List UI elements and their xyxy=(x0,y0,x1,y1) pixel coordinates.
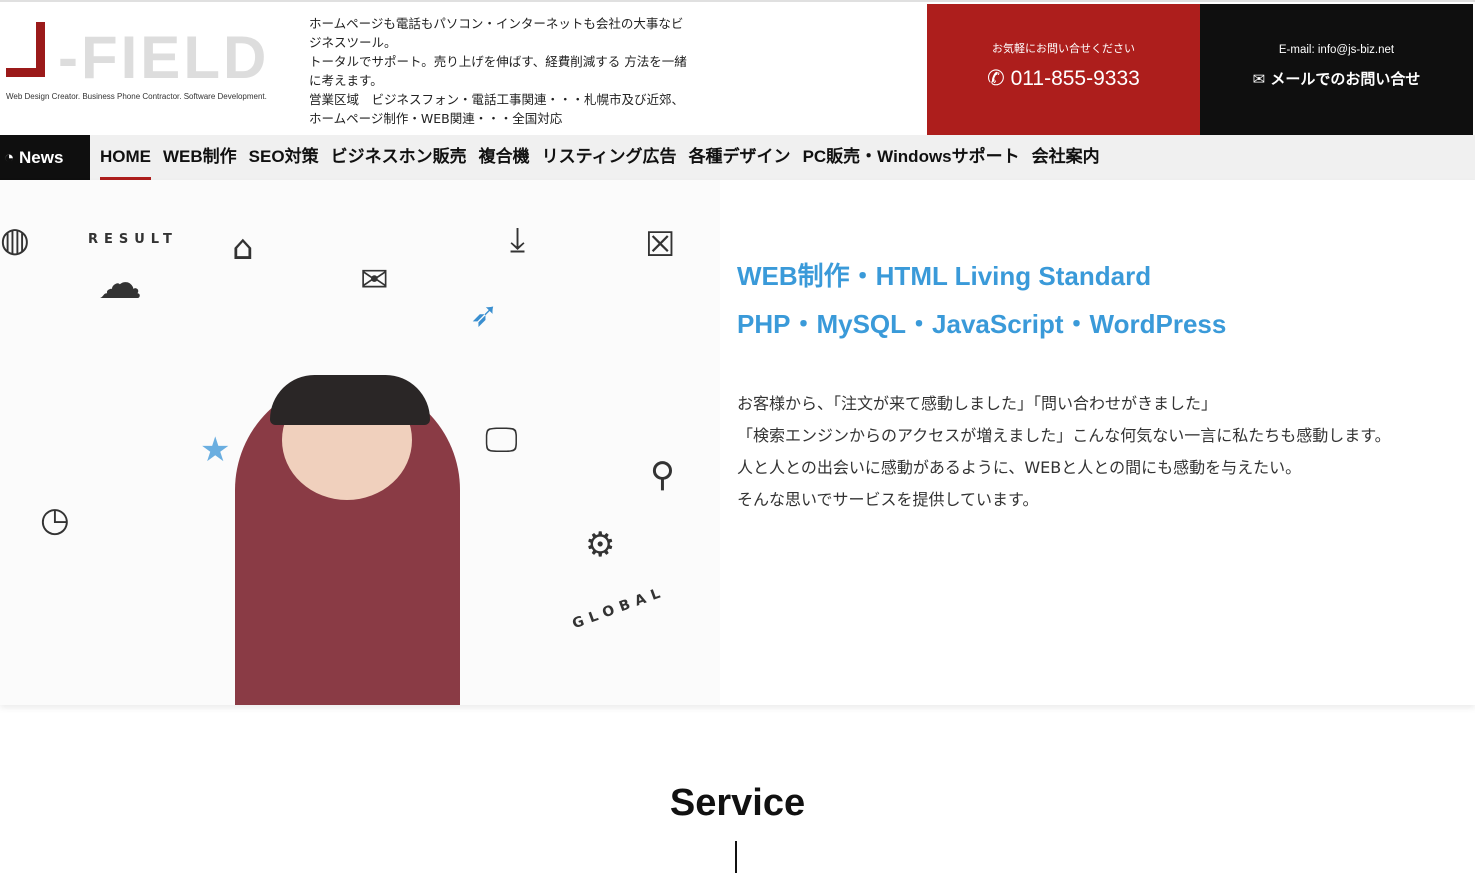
phone-icon: ✆ xyxy=(987,67,1011,90)
nav-listing-ads[interactable]: リスティング広告 xyxy=(542,135,677,180)
envelope-icon: ✉ xyxy=(1252,70,1271,88)
email-caption: E-mail: info@js-biz.net xyxy=(1278,44,1395,56)
download-icon: ⤓ xyxy=(510,220,526,260)
tel-caption: お気軽にお問い合せください xyxy=(992,42,1135,55)
close-box-icon: ☒ xyxy=(645,225,676,265)
home-icon: ⌂ xyxy=(232,228,254,268)
email-button[interactable]: メールでのお問い合せ xyxy=(1270,70,1420,88)
doodle-result: RESULT xyxy=(88,232,178,247)
hero-heading: PHP・MySQL・JavaScript・WordPress xyxy=(737,309,1227,339)
nav-company[interactable]: 会社案内 xyxy=(1032,135,1100,180)
site-header: -FIELD Web Design Creator. Business Phon… xyxy=(0,4,1475,135)
email-contact[interactable]: E-mail: info@js-biz.net ✉ メールでのお問い合せ xyxy=(1200,4,1473,135)
hero-section: RESULT ☁ ◍ ⌂ ✉ ⤓ ☒ ➶ ★ ◷ 🖵 ⚲ ⚙ GLOBAL WE… xyxy=(0,180,1475,705)
site-logo[interactable]: -FIELD Web Design Creator. Business Phon… xyxy=(6,22,286,112)
nav-design[interactable]: 各種デザイン xyxy=(689,135,791,180)
hat xyxy=(270,375,430,425)
hero-paragraph: 「検索エンジンからのアクセスが増えました」こんな何気ない一言に私たちも感動します… xyxy=(737,426,1391,445)
nav-seo[interactable]: SEO対策 xyxy=(249,135,319,180)
hero-description: お客様から、「注文が来て感動しました」「問い合わせがきました」 「検索エンジンか… xyxy=(737,388,1447,516)
nav-pc[interactable]: PC販売・Windowsサポート xyxy=(803,135,1020,180)
nav-home[interactable]: HOME xyxy=(100,135,151,180)
rss-icon: ◔ xyxy=(4,148,19,167)
hero-paragraph: お客様から、「注文が来て感動しました」「問い合わせがきました」 xyxy=(737,394,1218,413)
news-label: News xyxy=(19,148,64,167)
monitor-icon: 🖵 xyxy=(485,420,518,460)
nav-copier[interactable]: 複合機 xyxy=(479,135,530,180)
header-intro: ホームページも電話もパソコン・インターネットも会社の大事なビジネスツール。 トー… xyxy=(309,14,694,128)
hero-heading: WEB制作・HTML Living Standard xyxy=(737,261,1152,291)
intro-line: ホームページも電話もパソコン・インターネットも会社の大事なビジネスツール。 xyxy=(309,16,684,50)
section-title: Service xyxy=(669,782,806,824)
intro-line: トータルでサポート。売り上げを伸ばす、経費削減する 方法を一緒に考えます。 xyxy=(309,54,687,88)
doodle-global: GLOBAL xyxy=(570,583,669,633)
nav-business-phone[interactable]: ビジネスホン販売 xyxy=(331,135,467,180)
hero-paragraph: 人と人との出会いに感動があるように、WEBと人との間にも感動を与えたい。 xyxy=(737,458,1302,477)
cursor-icon: ➶ xyxy=(470,295,499,335)
hero-image: RESULT ☁ ◍ ⌂ ✉ ⤓ ☒ ➶ ★ ◷ 🖵 ⚲ ⚙ GLOBAL xyxy=(0,180,720,705)
gear-icon: ⚙ xyxy=(585,525,616,565)
mail-icon: ✉ xyxy=(360,260,389,300)
section-divider xyxy=(735,841,737,873)
phone-contact[interactable]: お気軽にお問い合せください ✆ 011-855-9333 xyxy=(927,4,1200,135)
news-button[interactable]: ◔ News xyxy=(0,135,90,180)
logo-tagline: Web Design Creator. Business Phone Contr… xyxy=(6,92,267,101)
star-icon: ★ xyxy=(200,430,231,470)
hero-paragraph: そんな思いでサービスを提供しています。 xyxy=(737,490,1039,509)
intro-line: 営業区域 ビジネスフォン・電話工事関連・・・札幌市及び近郊、ホームページ制作・W… xyxy=(309,92,685,126)
magnifier-icon: ⚲ xyxy=(650,455,675,495)
globe-icon: ◍ xyxy=(0,220,30,260)
clock-icon: ◷ xyxy=(40,500,70,540)
main-nav: ◔ News HOME WEB制作 SEO対策 ビジネスホン販売 複合機 リステ… xyxy=(0,135,1475,180)
nav-web[interactable]: WEB制作 xyxy=(163,135,237,180)
tel-number: 011-855-9333 xyxy=(1010,67,1140,90)
cloud-icon: ☁ xyxy=(98,258,142,309)
